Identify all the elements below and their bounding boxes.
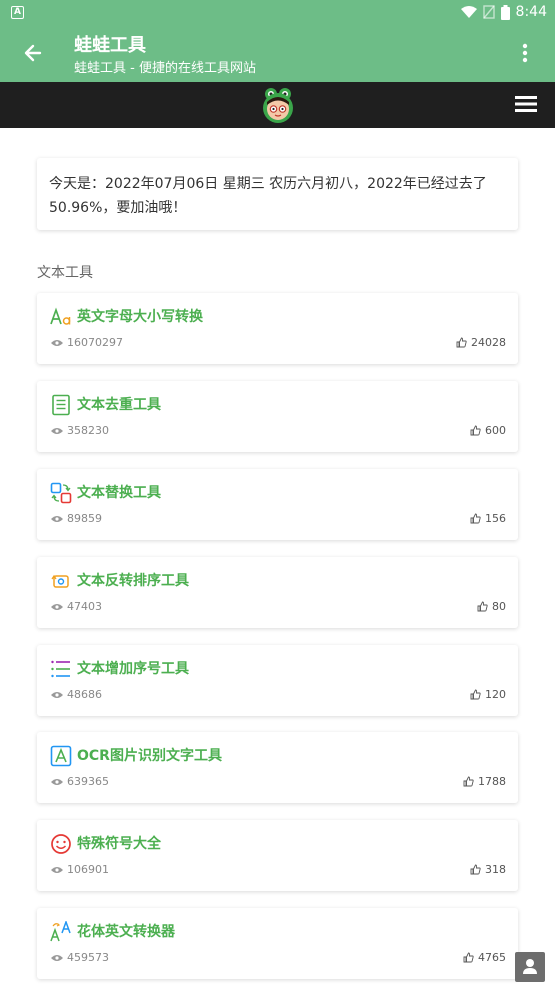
like-count[interactable]: 156	[470, 512, 506, 525]
view-count: 89859	[51, 512, 102, 525]
page-subtitle: 蛙蛙工具 - 便捷的在线工具网站	[74, 61, 256, 76]
like-count[interactable]: 318	[470, 863, 506, 876]
replace-icon	[50, 482, 72, 504]
eye-icon	[51, 515, 63, 522]
ocr-icon	[50, 745, 72, 767]
thumbs-up-icon	[477, 601, 488, 612]
like-count[interactable]: 80	[477, 600, 506, 613]
smiley-icon	[51, 834, 71, 854]
like-count-value: 156	[485, 512, 506, 525]
view-count: 47403	[51, 600, 102, 613]
section-title: 文本工具	[37, 265, 93, 281]
eye-icon	[51, 691, 63, 698]
wifi-icon	[460, 5, 477, 18]
tool-card-symbols[interactable]: 特殊符号大全 106901 318	[37, 820, 518, 891]
app-bar: 蛙蛙工具 蛙蛙工具 - 便捷的在线工具网站	[0, 24, 555, 82]
thumbs-up-icon	[456, 337, 467, 348]
view-count-value: 47403	[67, 600, 102, 613]
tool-name: 文本替换工具	[77, 485, 161, 501]
view-count-value: 639365	[67, 775, 109, 788]
like-count[interactable]: 4765	[463, 951, 506, 964]
view-count: 16070297	[51, 336, 123, 349]
tool-card-dedupe[interactable]: 文本去重工具 358230 600	[37, 381, 518, 452]
tool-card-replace[interactable]: 文本替换工具 89859 156	[37, 469, 518, 540]
thumbs-up-icon	[470, 689, 481, 700]
thumbs-up-icon	[470, 864, 481, 875]
thumbs-up-icon	[463, 776, 474, 787]
tool-name: OCR图片识别文字工具	[77, 748, 222, 764]
like-count[interactable]: 120	[470, 688, 506, 701]
status-indicators: 8:44	[460, 3, 547, 21]
eye-icon	[51, 339, 63, 346]
like-count[interactable]: 1788	[463, 775, 506, 788]
floating-user-button[interactable]	[515, 952, 545, 982]
view-count-value: 459573	[67, 951, 109, 964]
tool-card-text-case[interactable]: 英文字母大小写转换 16070297 24028	[37, 293, 518, 364]
view-count: 106901	[51, 863, 109, 876]
tool-name: 文本去重工具	[77, 397, 161, 413]
tool-name: 文本反转排序工具	[77, 573, 189, 589]
eye-icon	[51, 866, 63, 873]
eye-icon	[51, 954, 63, 961]
site-navbar	[0, 82, 555, 128]
like-count-value: 4765	[478, 951, 506, 964]
view-count-value: 106901	[67, 863, 109, 876]
like-count[interactable]: 24028	[456, 336, 506, 349]
view-count-value: 16070297	[67, 336, 123, 349]
signal-off-icon	[482, 5, 495, 19]
back-arrow-icon[interactable]	[18, 38, 48, 68]
battery-icon	[500, 4, 510, 20]
like-count-value: 80	[492, 600, 506, 613]
tool-name: 文本增加序号工具	[77, 661, 189, 677]
view-count-value: 358230	[67, 424, 109, 437]
frog-logo-icon[interactable]	[259, 86, 297, 124]
date-notice-text: 今天是：2022年07月06日 星期三 农历六月初八，2022年已经过去了50.…	[49, 176, 487, 216]
view-count: 459573	[51, 951, 109, 964]
thumbs-up-icon	[470, 425, 481, 436]
thumbs-up-icon	[463, 952, 474, 963]
text-case-icon	[50, 307, 71, 325]
page-title: 蛙蛙工具	[74, 35, 146, 56]
tool-name: 英文字母大小写转换	[77, 309, 203, 325]
user-icon	[523, 959, 537, 974]
view-count-value: 89859	[67, 512, 102, 525]
eye-icon	[51, 427, 63, 434]
eye-icon	[51, 778, 63, 785]
view-count-value: 48686	[67, 688, 102, 701]
tool-card-number[interactable]: 文本增加序号工具 48686 120	[37, 645, 518, 716]
date-notice-card: 今天是：2022年07月06日 星期三 农历六月初八，2022年已经过去了50.…	[37, 158, 518, 230]
document-icon	[52, 394, 70, 416]
clock: 8:44	[515, 4, 547, 20]
like-count-value: 1788	[478, 775, 506, 788]
app-notification-icon: A	[11, 6, 24, 19]
tool-name: 特殊符号大全	[77, 836, 161, 852]
like-count-value: 600	[485, 424, 506, 437]
view-count: 48686	[51, 688, 102, 701]
reverse-icon	[51, 574, 69, 588]
more-options-icon[interactable]	[515, 41, 535, 65]
fancy-text-icon	[50, 921, 71, 942]
view-count: 358230	[51, 424, 109, 437]
numbered-list-icon	[51, 660, 70, 678]
tool-card-ocr[interactable]: OCR图片识别文字工具 639365 1788	[37, 732, 518, 803]
tool-card-reverse[interactable]: 文本反转排序工具 47403 80	[37, 557, 518, 628]
hamburger-menu-icon[interactable]	[515, 94, 537, 114]
like-count-value: 24028	[471, 336, 506, 349]
view-count: 639365	[51, 775, 109, 788]
tool-card-fancy[interactable]: 花体英文转换器 459573 4765	[37, 908, 518, 979]
tool-name: 花体英文转换器	[77, 924, 175, 940]
status-bar: A 8:44	[0, 0, 555, 24]
like-count-value: 120	[485, 688, 506, 701]
like-count-value: 318	[485, 863, 506, 876]
thumbs-up-icon	[470, 513, 481, 524]
eye-icon	[51, 603, 63, 610]
like-count[interactable]: 600	[470, 424, 506, 437]
